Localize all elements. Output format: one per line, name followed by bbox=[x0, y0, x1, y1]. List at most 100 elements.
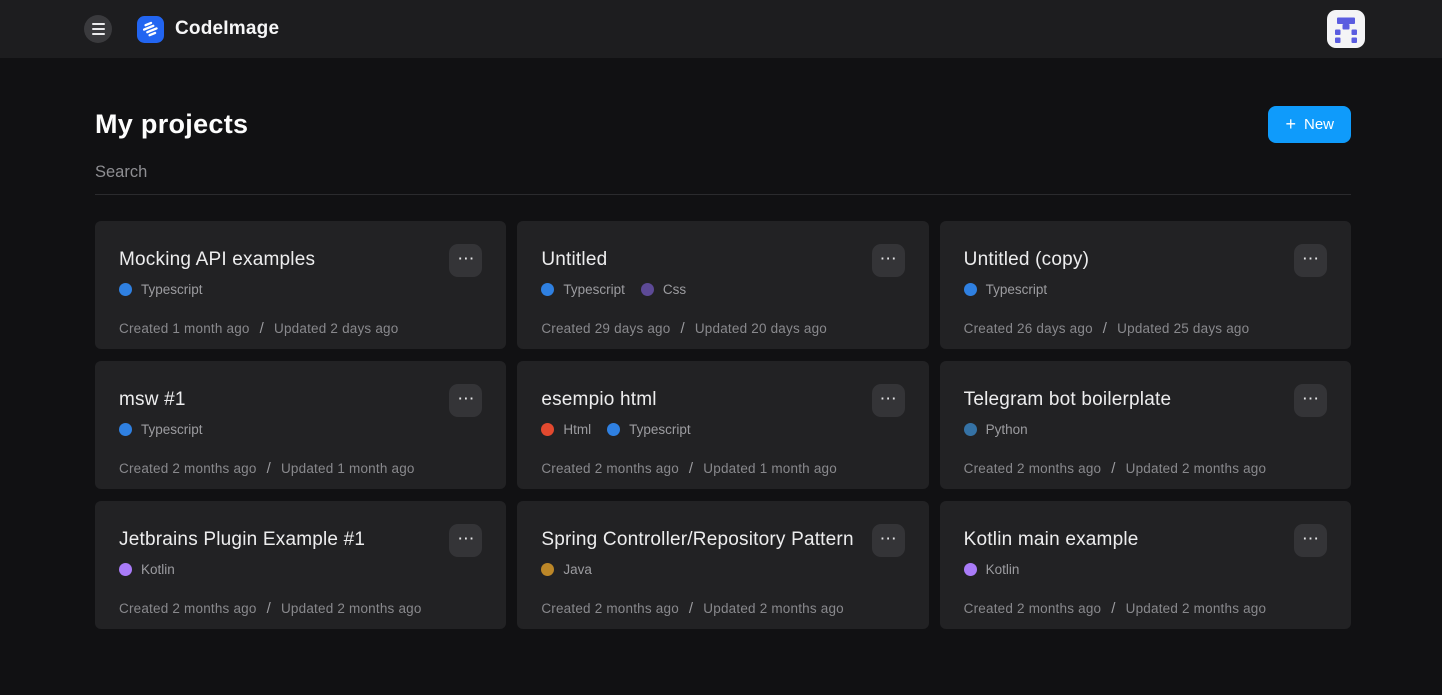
language-label: Python bbox=[986, 422, 1028, 437]
ellipsis-icon: ⋯ bbox=[1302, 390, 1319, 407]
language-dot bbox=[119, 283, 132, 296]
language-dot bbox=[964, 423, 977, 436]
project-title: Untitled bbox=[541, 249, 881, 271]
project-dates: Created 2 months ago / Updated 2 months … bbox=[119, 600, 482, 617]
new-project-button[interactable]: + New bbox=[1268, 106, 1351, 143]
date-separator: / bbox=[1103, 320, 1107, 337]
created-text: Created 26 days ago bbox=[964, 321, 1093, 336]
language-dot bbox=[964, 283, 977, 296]
project-title: Mocking API examples bbox=[119, 249, 459, 271]
language-badge: Kotlin bbox=[119, 562, 175, 577]
project-card[interactable]: Kotlin main example ⋯ Kotlin Created 2 m… bbox=[940, 501, 1351, 629]
plus-icon: + bbox=[1285, 115, 1296, 133]
language-label: Typescript bbox=[563, 282, 625, 297]
ellipsis-icon: ⋯ bbox=[457, 250, 474, 267]
brand-name: CodeImage bbox=[175, 18, 279, 40]
ellipsis-icon: ⋯ bbox=[1302, 250, 1319, 267]
ellipsis-icon: ⋯ bbox=[880, 530, 897, 547]
language-badge: Html bbox=[541, 422, 591, 437]
top-bar: CodeImage bbox=[0, 0, 1442, 58]
project-card[interactable]: Spring Controller/Repository Pattern ⋯ J… bbox=[517, 501, 928, 629]
codeimage-logo-icon bbox=[137, 16, 164, 43]
project-menu-button[interactable]: ⋯ bbox=[1294, 244, 1327, 277]
created-text: Created 2 months ago bbox=[964, 461, 1102, 476]
project-dates: Created 1 month ago / Updated 2 days ago bbox=[119, 320, 482, 337]
ellipsis-icon: ⋯ bbox=[457, 530, 474, 547]
language-dot bbox=[119, 423, 132, 436]
language-dot bbox=[119, 563, 132, 576]
avatar[interactable] bbox=[1327, 10, 1365, 48]
language-label: Typescript bbox=[629, 422, 691, 437]
language-dot bbox=[964, 563, 977, 576]
language-badge: Python bbox=[964, 422, 1028, 437]
date-separator: / bbox=[1111, 460, 1115, 477]
project-title: Spring Controller/Repository Pattern bbox=[541, 529, 881, 551]
project-card[interactable]: Jetbrains Plugin Example #1 ⋯ Kotlin Cre… bbox=[95, 501, 506, 629]
project-card[interactable]: msw #1 ⋯ Typescript Created 2 months ago… bbox=[95, 361, 506, 489]
hamburger-icon bbox=[92, 23, 105, 25]
ellipsis-icon: ⋯ bbox=[880, 390, 897, 407]
project-menu-button[interactable]: ⋯ bbox=[449, 384, 482, 417]
language-badge: Java bbox=[541, 562, 592, 577]
project-dates: Created 26 days ago / Updated 25 days ag… bbox=[964, 320, 1327, 337]
project-menu-button[interactable]: ⋯ bbox=[1294, 524, 1327, 557]
language-dot bbox=[607, 423, 620, 436]
created-text: Created 2 months ago bbox=[964, 601, 1102, 616]
language-badge: Typescript bbox=[119, 282, 203, 297]
project-menu-button[interactable]: ⋯ bbox=[872, 524, 905, 557]
language-badge: Css bbox=[641, 282, 686, 297]
language-label: Kotlin bbox=[141, 562, 175, 577]
language-dot bbox=[541, 563, 554, 576]
language-dot bbox=[541, 423, 554, 436]
search-input[interactable] bbox=[95, 159, 1351, 186]
project-dates: Created 2 months ago / Updated 2 months … bbox=[541, 600, 904, 617]
language-badge: Kotlin bbox=[964, 562, 1020, 577]
language-label: Html bbox=[563, 422, 591, 437]
page-title: My projects bbox=[95, 109, 248, 140]
project-title: Untitled (copy) bbox=[964, 249, 1304, 271]
language-dot bbox=[641, 283, 654, 296]
date-separator: / bbox=[260, 320, 264, 337]
updated-text: Updated 25 days ago bbox=[1117, 321, 1249, 336]
updated-text: Updated 2 months ago bbox=[1126, 601, 1267, 616]
language-label: Typescript bbox=[141, 422, 203, 437]
updated-text: Updated 20 days ago bbox=[695, 321, 827, 336]
ellipsis-icon: ⋯ bbox=[880, 250, 897, 267]
updated-text: Updated 2 months ago bbox=[703, 601, 844, 616]
ellipsis-icon: ⋯ bbox=[457, 390, 474, 407]
date-separator: / bbox=[680, 320, 684, 337]
language-badge: Typescript bbox=[607, 422, 691, 437]
project-menu-button[interactable]: ⋯ bbox=[449, 524, 482, 557]
project-title: msw #1 bbox=[119, 389, 459, 411]
project-card[interactable]: esempio html ⋯ Html Typescript Created 2… bbox=[517, 361, 928, 489]
language-dot bbox=[541, 283, 554, 296]
created-text: Created 2 months ago bbox=[541, 461, 679, 476]
updated-text: Updated 2 months ago bbox=[281, 601, 422, 616]
language-badge: Typescript bbox=[964, 282, 1048, 297]
project-card[interactable]: Untitled (copy) ⋯ Typescript Created 26 … bbox=[940, 221, 1351, 349]
project-card[interactable]: Telegram bot boilerplate ⋯ Python Create… bbox=[940, 361, 1351, 489]
project-menu-button[interactable]: ⋯ bbox=[449, 244, 482, 277]
project-menu-button[interactable]: ⋯ bbox=[1294, 384, 1327, 417]
date-separator: / bbox=[267, 460, 271, 477]
project-menu-button[interactable]: ⋯ bbox=[872, 244, 905, 277]
created-text: Created 2 months ago bbox=[541, 601, 679, 616]
project-title: Jetbrains Plugin Example #1 bbox=[119, 529, 459, 551]
created-text: Created 2 months ago bbox=[119, 461, 257, 476]
project-menu-button[interactable]: ⋯ bbox=[872, 384, 905, 417]
project-dates: Created 2 months ago / Updated 1 month a… bbox=[541, 460, 904, 477]
updated-text: Updated 2 days ago bbox=[274, 321, 398, 336]
brand-link[interactable]: CodeImage bbox=[137, 16, 279, 43]
ellipsis-icon: ⋯ bbox=[1302, 530, 1319, 547]
updated-text: Updated 1 month ago bbox=[703, 461, 837, 476]
language-label: Kotlin bbox=[986, 562, 1020, 577]
projects-grid: Mocking API examples ⋯ Typescript Create… bbox=[95, 221, 1351, 629]
main-content: My projects + New Mocking API examples ⋯… bbox=[95, 106, 1351, 629]
language-label: Typescript bbox=[986, 282, 1048, 297]
language-label: Java bbox=[563, 562, 592, 577]
hamburger-menu-button[interactable] bbox=[84, 15, 112, 43]
project-card[interactable]: Untitled ⋯ Typescript Css Created 29 day… bbox=[517, 221, 928, 349]
project-card[interactable]: Mocking API examples ⋯ Typescript Create… bbox=[95, 221, 506, 349]
created-text: Created 2 months ago bbox=[119, 601, 257, 616]
date-separator: / bbox=[689, 460, 693, 477]
